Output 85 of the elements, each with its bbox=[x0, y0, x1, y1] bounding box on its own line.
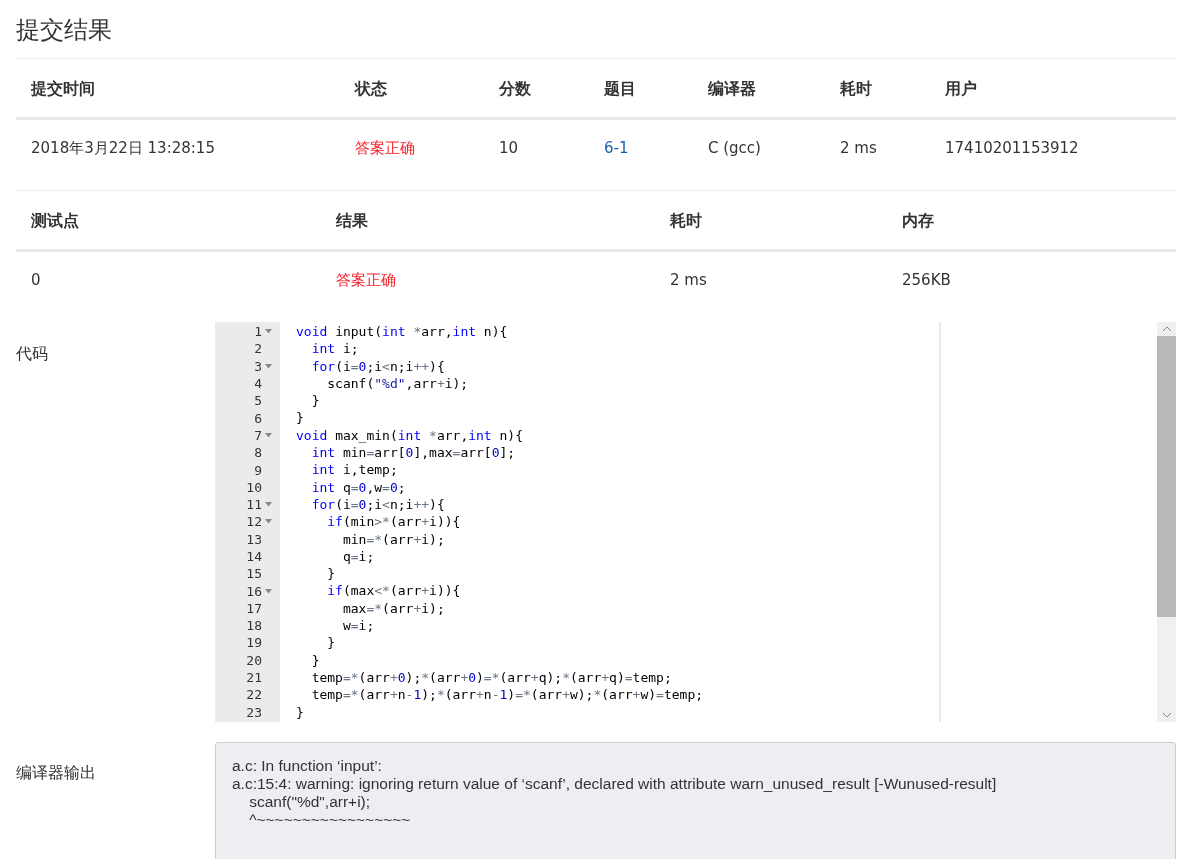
line-number: 3 bbox=[254, 358, 262, 374]
code-line: if(min>*(arr+i)){ bbox=[326, 513, 462, 531]
code-line: int q=0,w=0; bbox=[310, 478, 407, 496]
line-number: 1 bbox=[254, 324, 262, 340]
code-line: int min=arr[0],max=arr[0]; bbox=[310, 444, 517, 462]
code-line: void input(int *arr,int n){ bbox=[296, 323, 509, 341]
output-line: ^~~~~~~~~~~~~~~~~~ bbox=[248, 811, 412, 829]
table-cell-text: 17410201153912 bbox=[944, 138, 1080, 159]
column-header: 耗时 bbox=[655, 191, 887, 252]
code-line: scanf("%d",arr+i); bbox=[326, 374, 470, 393]
scrollbar[interactable] bbox=[1157, 322, 1176, 722]
column-header: 题目 bbox=[589, 59, 693, 120]
code-line: } bbox=[326, 565, 337, 583]
line-number: 17 bbox=[246, 600, 262, 616]
fold-caret-icon[interactable] bbox=[264, 588, 272, 594]
output-line: a.c: In function ‘input’: bbox=[232, 757, 383, 775]
page-title: 提交结果 bbox=[16, 15, 113, 46]
table-cell-text: 2 ms bbox=[839, 138, 878, 159]
fold-caret-icon[interactable] bbox=[264, 502, 272, 508]
fold-caret-icon[interactable] bbox=[264, 432, 272, 438]
column-header: 提交时间 bbox=[16, 59, 340, 120]
line-number: 12 bbox=[246, 514, 262, 530]
line-number: 2 bbox=[254, 341, 262, 357]
fold-caret-icon[interactable] bbox=[264, 519, 272, 525]
line-number: 14 bbox=[246, 549, 262, 564]
code-line: } bbox=[326, 634, 337, 652]
line-number: 19 bbox=[246, 635, 262, 651]
code-line: q=i; bbox=[341, 547, 376, 566]
column-header: 内存 bbox=[887, 191, 1176, 252]
line-number: 5 bbox=[254, 393, 262, 409]
column-header: 用户 bbox=[930, 59, 1176, 120]
code-line: void max_min(int *arr,int n){ bbox=[296, 426, 524, 445]
code-line: min=*(arr+i); bbox=[341, 530, 446, 548]
scrollbar-thumb[interactable] bbox=[1157, 336, 1176, 617]
line-number: 16 bbox=[246, 583, 262, 599]
status-text: 答案正确 bbox=[354, 138, 416, 159]
table-cell-text: 0 bbox=[30, 270, 42, 291]
line-number: 8 bbox=[254, 445, 262, 461]
fold-caret-icon[interactable] bbox=[264, 363, 272, 369]
code-line: max=*(arr+i); bbox=[341, 599, 446, 618]
line-number: 10 bbox=[246, 479, 262, 495]
table-cell-text: 2018年3月22日 13:28:15 bbox=[30, 138, 216, 159]
output-line: a.c:15:4: warning: ignoring return value of ‘scanf’, declared with attribute warn_unused_result [-Wunused-result] bbox=[232, 775, 998, 793]
column-header: 测试点 bbox=[16, 191, 321, 252]
table-cell-text: 256KB bbox=[901, 270, 952, 291]
line-number: 4 bbox=[254, 376, 262, 392]
line-number: 13 bbox=[246, 531, 262, 547]
code-line: temp=*(arr+0);*(arr+0)=*(arr+q);*(arr+q)=temp; bbox=[310, 668, 673, 687]
output-line: scanf("%d",arr+i); bbox=[248, 793, 372, 811]
column-header: 结果 bbox=[321, 191, 655, 252]
scroll-down-icon[interactable] bbox=[1161, 712, 1172, 718]
code-line: w=i; bbox=[341, 617, 376, 635]
line-number: 6 bbox=[254, 410, 262, 426]
line-number: 22 bbox=[246, 687, 262, 703]
problem-link[interactable]: 6-1 bbox=[589, 120, 693, 176]
line-number: 15 bbox=[246, 566, 262, 582]
column-header: 耗时 bbox=[825, 59, 930, 120]
code-line: int i; bbox=[310, 340, 360, 358]
table-cell-text: C (gcc) bbox=[707, 138, 762, 159]
table-cell-text: 2 ms bbox=[669, 270, 708, 291]
line-number: 9 bbox=[254, 462, 262, 478]
code-line: for(i=0;i<n;i++){ bbox=[310, 357, 446, 375]
code-line: } bbox=[296, 409, 305, 427]
code-line: } bbox=[296, 703, 305, 721]
code-line: } bbox=[310, 651, 321, 669]
line-number: 18 bbox=[246, 618, 262, 634]
scroll-up-icon[interactable] bbox=[1161, 326, 1172, 332]
code-line: temp=*(arr+n-1);*(arr+n-1)=*(arr+w);*(arr+w)=temp; bbox=[310, 686, 705, 704]
column-header: 状态 bbox=[340, 59, 484, 120]
column-header: 分数 bbox=[484, 59, 589, 120]
fold-caret-icon[interactable] bbox=[264, 329, 272, 335]
status-text: 答案正确 bbox=[335, 270, 397, 291]
code-line: if(max<*(arr+i)){ bbox=[326, 582, 462, 600]
column-header: 编译器 bbox=[693, 59, 825, 120]
line-number: 7 bbox=[254, 427, 262, 443]
table-cell-text: 10 bbox=[498, 138, 520, 159]
line-number: 21 bbox=[246, 670, 262, 686]
code-line: int i,temp; bbox=[310, 461, 399, 479]
compiler-output-label: 编译器输出 bbox=[16, 762, 97, 783]
line-number: 11 bbox=[246, 497, 262, 513]
code-line: } bbox=[310, 392, 321, 410]
line-number: 23 bbox=[246, 704, 262, 720]
code-line: for(i=0;i<n;i++){ bbox=[310, 495, 446, 514]
code-label: 代码 bbox=[16, 343, 49, 364]
line-number: 20 bbox=[246, 652, 262, 668]
